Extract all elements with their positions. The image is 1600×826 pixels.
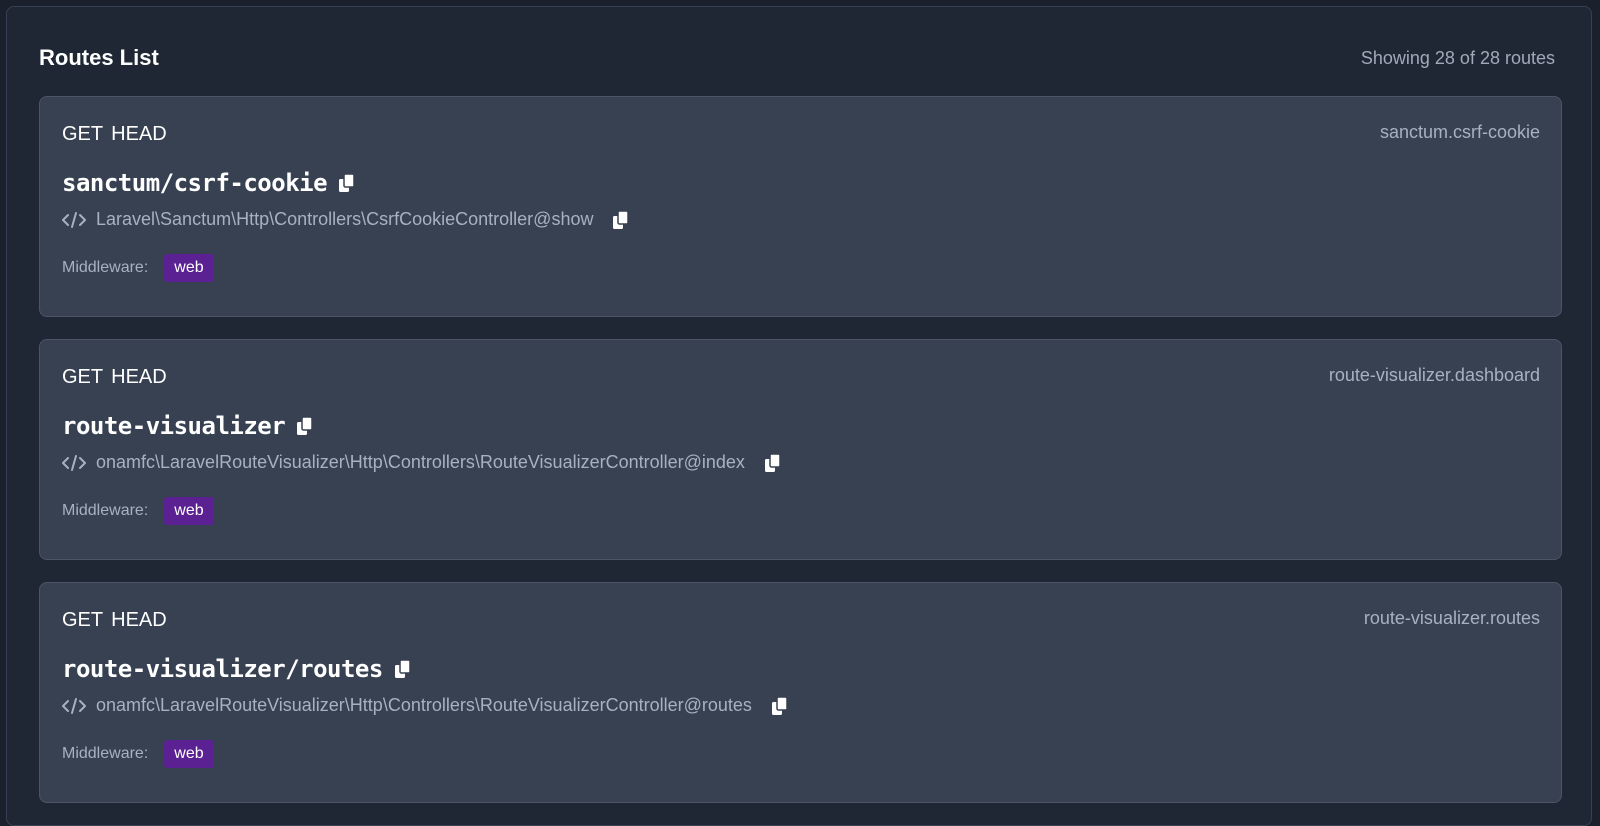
route-card[interactable]: GET HEAD sanctum.csrf-cookie sanctum/csr… [39, 96, 1562, 317]
route-action: Laravel\Sanctum\Http\Controllers\CsrfCoo… [96, 209, 594, 229]
action-row: onamfc\LaravelRouteVisualizer\Http\Contr… [62, 452, 783, 473]
route-uri: route-visualizer/routes [62, 655, 383, 683]
middleware-badge[interactable]: web [164, 740, 214, 768]
route-count: Showing 28 of 28 routes [1360, 47, 1555, 68]
route-action: onamfc\LaravelRouteVisualizer\Http\Contr… [96, 452, 745, 472]
middleware-row: Middleware: web [62, 254, 214, 282]
copy-icon [764, 452, 781, 472]
route-card[interactable]: GET HEAD route-visualizer.dashboard rout… [39, 339, 1562, 560]
copy-icon [339, 173, 355, 192]
copy-action-button[interactable] [770, 695, 790, 716]
method-badge: HEAD [111, 123, 167, 145]
route-card[interactable]: GET HEAD route-visualizer.routes route-v… [39, 582, 1562, 803]
middleware-row: Middleware: web [62, 497, 214, 525]
code-icon [62, 454, 86, 471]
route-name: route-visualizer.dashboard [1328, 365, 1540, 385]
page-title: Routes List [39, 45, 159, 70]
method-badge: GET [62, 609, 104, 631]
route-name: sanctum.csrf-cookie [1379, 122, 1540, 142]
copy-uri-button[interactable] [337, 173, 357, 193]
action-row: Laravel\Sanctum\Http\Controllers\CsrfCoo… [62, 209, 631, 230]
copy-icon [297, 416, 313, 435]
uri-row: route-visualizer [62, 412, 315, 440]
method-badge: HEAD [111, 366, 167, 388]
method-badge: GET [62, 366, 104, 388]
copy-action-button[interactable] [763, 452, 783, 473]
routes-panel: Routes List Showing 28 of 28 routes GET … [6, 6, 1592, 826]
method-badge: GET [62, 123, 104, 145]
middleware-badge[interactable]: web [164, 497, 214, 525]
copy-icon [613, 209, 630, 229]
route-methods: GET HEAD [62, 123, 167, 146]
uri-row: sanctum/csrf-cookie [62, 169, 357, 197]
action-row: onamfc\LaravelRouteVisualizer\Http\Contr… [62, 695, 790, 716]
middleware-row: Middleware: web [62, 740, 214, 768]
uri-row: route-visualizer/routes [62, 655, 413, 683]
route-uri: route-visualizer [62, 412, 286, 440]
middleware-badge[interactable]: web [164, 254, 214, 282]
route-methods: GET HEAD [62, 609, 167, 632]
route-uri: sanctum/csrf-cookie [62, 169, 328, 197]
copy-uri-button[interactable] [295, 416, 315, 436]
copy-action-button[interactable] [611, 209, 631, 230]
middleware-label: Middleware: [62, 745, 149, 762]
panel-header: Routes List Showing 28 of 28 routes [39, 43, 1555, 73]
method-badge: HEAD [111, 609, 167, 631]
copy-icon [394, 659, 411, 678]
code-icon [62, 697, 86, 714]
route-name: route-visualizer.routes [1363, 608, 1540, 628]
middleware-label: Middleware: [62, 502, 149, 519]
code-icon [62, 211, 86, 228]
copy-uri-button[interactable] [393, 659, 413, 679]
copy-icon [771, 695, 788, 715]
route-methods: GET HEAD [62, 366, 167, 389]
middleware-label: Middleware: [62, 259, 149, 276]
route-action: onamfc\LaravelRouteVisualizer\Http\Contr… [96, 695, 752, 715]
route-list: GET HEAD sanctum.csrf-cookie sanctum/csr… [39, 96, 1562, 825]
